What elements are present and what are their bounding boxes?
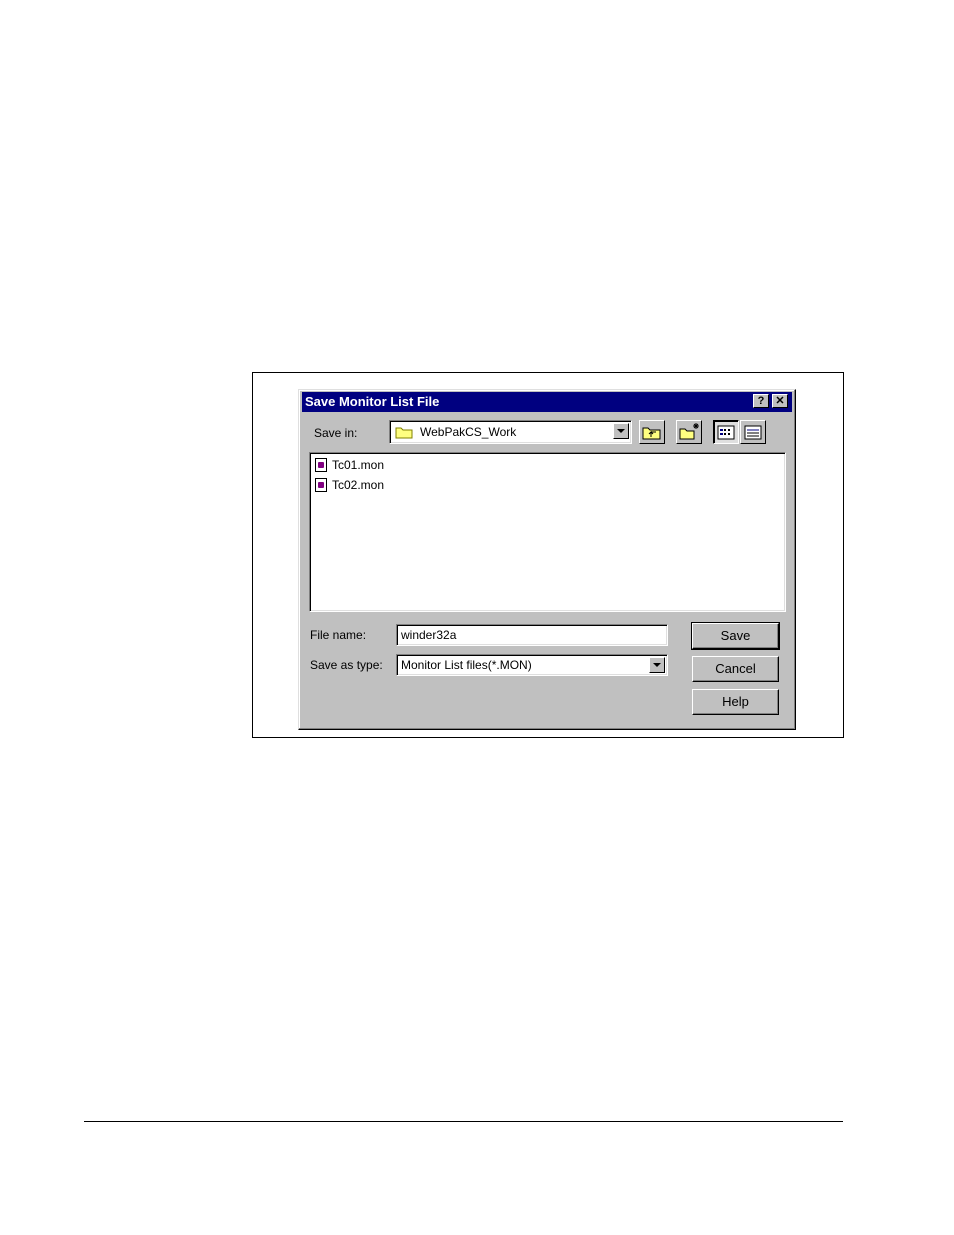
- help-button[interactable]: Help: [692, 689, 779, 715]
- mon-file-icon: [315, 458, 327, 472]
- save-monitor-list-dialog: Save Monitor List File ? ✕ Save in: WebP…: [298, 389, 796, 730]
- save-in-dropdown[interactable]: WebPakCS_Work: [389, 420, 632, 444]
- close-title-button[interactable]: ✕: [772, 394, 788, 408]
- title-bar: Save Monitor List File ? ✕: [302, 392, 792, 412]
- dialog-title: Save Monitor List File: [305, 394, 440, 409]
- file-name-field[interactable]: winder32a: [396, 624, 668, 646]
- list-view-button[interactable]: [713, 420, 739, 444]
- save-as-type-value: Monitor List files(*.MON): [401, 658, 532, 672]
- save-as-type-label: Save as type:: [310, 658, 383, 672]
- help-title-button[interactable]: ?: [753, 394, 769, 408]
- file-list[interactable]: Tc01.mon Tc02.mon: [309, 452, 786, 612]
- folder-icon: [395, 427, 413, 439]
- details-view-button[interactable]: [740, 420, 766, 444]
- save-in-value: WebPakCS_Work: [420, 425, 517, 439]
- file-name-value: winder32a: [401, 628, 457, 642]
- save-as-type-dropdown[interactable]: Monitor List files(*.MON): [396, 654, 668, 676]
- mon-file-icon: [315, 478, 327, 492]
- cancel-button[interactable]: Cancel: [692, 656, 779, 682]
- save-as-type-dropdown-arrow[interactable]: [649, 657, 665, 673]
- create-new-folder-icon: [679, 423, 699, 440]
- save-in-dropdown-arrow[interactable]: [613, 423, 629, 439]
- create-new-folder-button[interactable]: [676, 420, 702, 444]
- file-name: Tc01.mon: [332, 458, 385, 472]
- file-name: Tc02.mon: [332, 478, 385, 492]
- save-button[interactable]: Save: [691, 622, 780, 650]
- up-one-level-button[interactable]: [639, 420, 665, 444]
- up-one-level-icon: [642, 427, 661, 440]
- save-in-label: Save in:: [314, 426, 358, 440]
- list-view-icon: [717, 425, 735, 440]
- file-name-label: File name:: [310, 628, 367, 642]
- footer-rule: [84, 1121, 843, 1122]
- details-view-icon: [744, 425, 762, 440]
